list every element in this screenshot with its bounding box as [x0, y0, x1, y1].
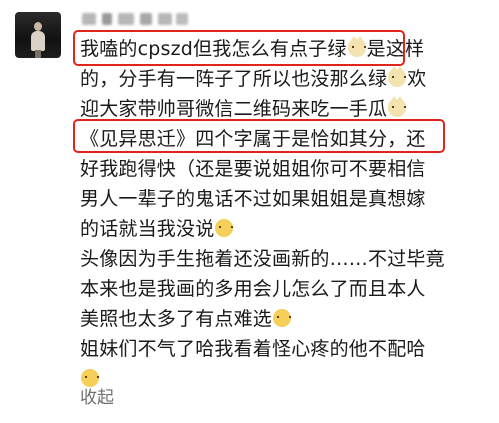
post-line-text: 本来也是我画的多用会儿怎么了而且本人: [80, 278, 426, 300]
cat-icon: [388, 96, 407, 117]
cat-icon: [388, 66, 407, 87]
collapse-link[interactable]: 收起: [80, 383, 114, 408]
post-line: 的，分手有一阵子了所以也没那么绿欢: [80, 66, 426, 92]
highlight-box-fourth-line: [73, 119, 445, 153]
post-line: 姐妹们不气了哈我看着怪心疼的他不配哈: [80, 336, 426, 362]
avatar-figure-legs: [35, 50, 41, 58]
avatar-figure-head: [34, 22, 42, 31]
post-line-text: 头像因为手生拖着还没画新的……不过毕竟: [80, 248, 445, 270]
post-line-tail: 欢: [407, 68, 427, 90]
post-line: 男人一辈子的鬼话不过如果姐姐是真想嫁: [80, 186, 426, 212]
post-line-text: 美照也太多了有点难选: [80, 308, 273, 330]
post-line: 的话就当我没说: [80, 216, 234, 242]
sweat-emoji-icon: [215, 219, 234, 237]
post-line: 好我跑得快（还是要说姐姐你可不要相信: [80, 156, 426, 182]
avatar-figure-body: [31, 31, 45, 51]
shy-emoji-icon: [273, 309, 292, 327]
post-line-text: 的，分手有一阵子了所以也没那么绿: [80, 68, 388, 90]
post-line: 美照也太多了有点难选: [80, 306, 292, 332]
post-line: 头像因为手生拖着还没画新的……不过毕竟: [80, 246, 445, 272]
post-line-text: 姐妹们不气了哈我看着怪心疼的他不配哈: [80, 338, 426, 360]
blurred-username[interactable]: [82, 11, 190, 27]
post-line-text: 男人一辈子的鬼话不过如果姐姐是真想嫁: [80, 188, 426, 210]
post-line-text: 的话就当我没说: [80, 218, 215, 240]
post-line: 本来也是我画的多用会儿怎么了而且本人: [80, 276, 426, 302]
post-line-text: 好我跑得快（还是要说姐姐你可不要相信: [80, 158, 426, 180]
avatar[interactable]: [15, 12, 61, 58]
highlight-box-first-line: [73, 30, 405, 66]
post-line-text: 迎大家带帅哥微信二维码来吃一手瓜: [80, 98, 388, 120]
